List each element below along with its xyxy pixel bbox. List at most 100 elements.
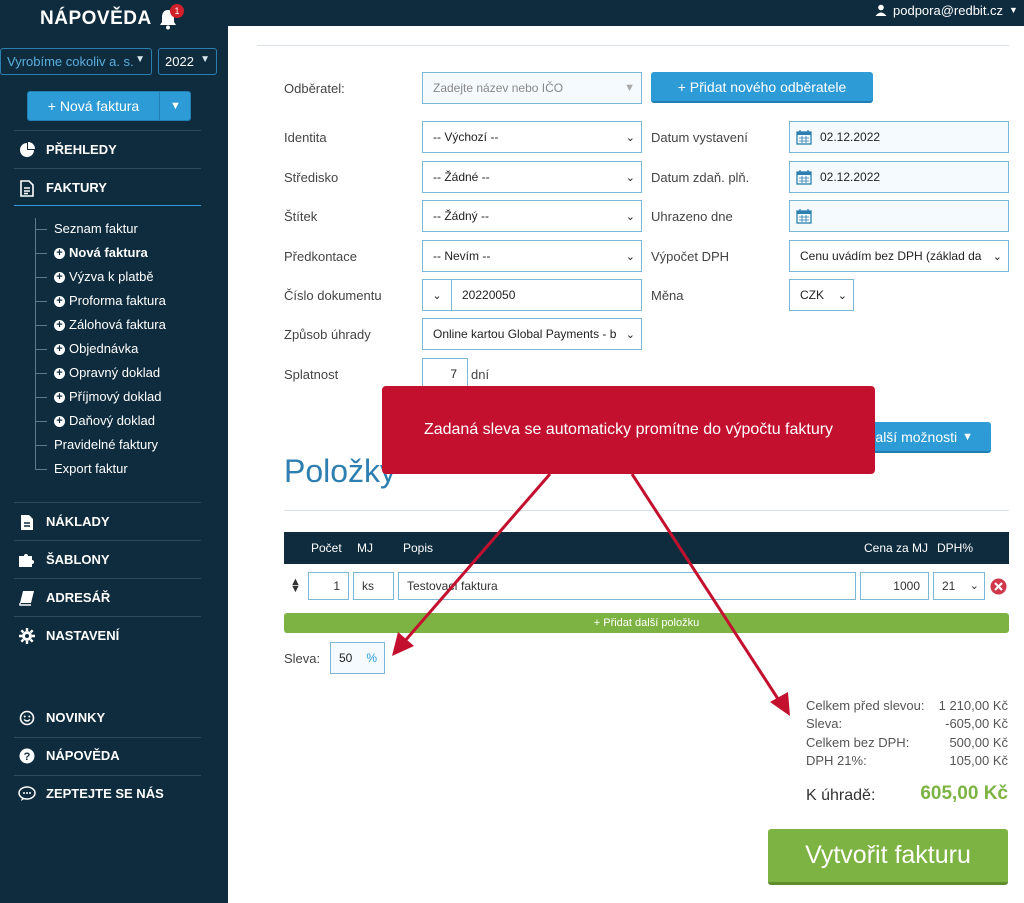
sidebar-item-overview[interactable]: PŘEHLEDY — [18, 140, 117, 160]
discount-sum-label: Sleva: — [806, 716, 843, 731]
notification-badge: 1 — [170, 4, 184, 18]
divider — [14, 616, 201, 617]
tree-tick — [35, 301, 47, 302]
submenu-item-advance[interactable]: + Zálohová faktura — [54, 314, 166, 336]
sidebar-item-invoices[interactable]: FAKTURY — [18, 178, 107, 198]
submenu-item-order[interactable]: + Objednávka — [54, 338, 138, 360]
sidebar-item-label: NÁPOVĚDA — [46, 748, 120, 763]
submenu-label: Export faktur — [54, 461, 128, 476]
tree-tick — [35, 373, 47, 374]
tag-select[interactable]: -- Žádný -- ⌄ — [422, 200, 642, 232]
submenu-item-proforma[interactable]: + Proforma faktura — [54, 290, 166, 312]
calendar-icon — [796, 209, 812, 224]
item-count-input[interactable]: 1 — [308, 572, 349, 600]
chevron-down-icon[interactable]: ▼ — [159, 92, 191, 120]
tag-value: -- Žádný -- — [433, 209, 490, 223]
submenu-item-tax[interactable]: + Daňový doklad — [54, 410, 155, 432]
company-select[interactable]: Vyrobíme cokoliv a. s. ▼ — [0, 48, 152, 75]
divider — [14, 540, 201, 541]
paid-label: Uhrazeno dne — [651, 209, 733, 224]
submenu-label: Objednávka — [69, 341, 139, 356]
sidebar-item-label: ŠABLONY — [46, 552, 110, 567]
item-vat: 21 — [942, 579, 956, 593]
customer-input[interactable]: Zadejte název nebo IČO ▼ — [422, 72, 642, 104]
sidebar-item-news[interactable]: NOVINKY — [18, 708, 105, 728]
currency-select[interactable]: CZK ⌄ — [789, 279, 854, 311]
vat-value: 105,00 Kč — [949, 753, 1008, 768]
chat-bubble-icon — [18, 785, 36, 803]
customer-placeholder: Zadejte název nebo IČO — [433, 81, 564, 95]
submenu-item-list[interactable]: Seznam faktur — [54, 218, 138, 240]
app-title: NÁPOVĚDA — [40, 8, 152, 29]
tree-tick — [35, 445, 47, 446]
tax-date-label: Datum zdaň. plň. — [651, 170, 750, 185]
tax-date-input[interactable]: 02.12.2022 — [789, 161, 1009, 193]
item-desc-input[interactable]: Testovací faktura — [398, 572, 856, 600]
docnum-input[interactable]: 20220050 — [451, 279, 642, 311]
chevron-down-icon: ⌄ — [625, 251, 635, 263]
submenu-item-recurring[interactable]: Pravidelné faktury — [54, 434, 158, 456]
precontact-select[interactable]: -- Nevím -- ⌄ — [422, 240, 642, 272]
add-customer-button[interactable]: + Přidat nového odběratele — [651, 72, 873, 103]
identity-select[interactable]: -- Výchozí -- ⌄ — [422, 121, 642, 153]
sidebar-item-label: ZEPTEJTE SE NÁS — [46, 786, 164, 801]
payment-select[interactable]: Online kartou Global Payments - b ⌄ — [422, 318, 642, 350]
item-price-input[interactable]: 1000 — [860, 572, 929, 600]
submenu-label: Seznam faktur — [54, 221, 138, 236]
tax-date-value: 02.12.2022 — [820, 170, 881, 184]
payment-label: Způsob úhrady — [284, 327, 371, 342]
sidebar-item-label: FAKTURY — [46, 180, 107, 195]
chevron-down-icon: ⌄ — [625, 329, 635, 341]
submenu-label: Výzva k platbě — [69, 269, 154, 284]
paid-date-input[interactable] — [789, 200, 1009, 232]
document-icon — [18, 179, 36, 197]
vat-calc-select[interactable]: Cenu uvádím bez DPH (základ da ⌄ — [789, 240, 1009, 272]
submenu-item-new[interactable]: + Nová faktura — [54, 242, 148, 264]
divider — [14, 578, 201, 579]
submenu-label: Daňový doklad — [69, 413, 155, 428]
submenu-label: Opravný doklad — [69, 365, 161, 380]
sidebar-item-settings[interactable]: NASTAVENÍ — [18, 626, 119, 646]
remove-row-icon[interactable] — [990, 578, 1007, 595]
submenu-label: Zálohová faktura — [69, 317, 166, 332]
item-vat-select[interactable]: 21 ⌄ — [933, 572, 985, 600]
discount-input[interactable]: 50 % — [330, 642, 385, 674]
arrowhead — [770, 692, 790, 716]
due-label: Splatnost — [284, 367, 339, 382]
issue-date-input[interactable]: 02.12.2022 — [789, 121, 1009, 153]
pie-chart-icon — [18, 141, 36, 159]
sidebar-item-help[interactable]: ? NÁPOVĚDA — [18, 746, 120, 766]
sidebar-item-templates[interactable]: ŠABLONY — [18, 550, 110, 570]
center-select[interactable]: -- Žádné -- ⌄ — [422, 161, 642, 193]
divider — [14, 130, 201, 131]
plus-circle-icon: + — [54, 343, 65, 355]
item-price: 1000 — [893, 579, 920, 593]
add-item-button[interactable]: + Přidat další položku — [284, 613, 1009, 633]
question-circle-icon: ? — [18, 747, 36, 765]
chevron-down-icon: ▼ — [1009, 5, 1018, 15]
new-invoice-button[interactable]: + Nová faktura ▼ — [27, 91, 191, 121]
sidebar-item-ask-us[interactable]: ZEPTEJTE SE NÁS — [18, 784, 164, 804]
year-select[interactable]: 2022 ▼ — [158, 48, 217, 75]
chevron-down-icon: ⌄ — [837, 290, 847, 302]
user-menu[interactable]: podpora@redbit.cz ▼ — [855, 0, 1024, 20]
sidebar-item-costs[interactable]: NÁKLADY — [18, 512, 110, 532]
issue-date-label: Datum vystavení — [651, 130, 748, 145]
document-icon — [18, 513, 36, 531]
item-unit-input[interactable]: ks — [353, 572, 394, 600]
item-count: 1 — [333, 579, 340, 593]
submenu-item-correction[interactable]: + Opravný doklad — [54, 362, 160, 384]
identity-label: Identita — [284, 130, 327, 145]
sidebar-item-address-book[interactable]: ADRESÁŘ — [18, 588, 110, 608]
docnum-series-select[interactable]: ⌄ — [422, 279, 452, 311]
tree-tick — [35, 325, 47, 326]
submenu-item-receipt[interactable]: + Příjmový doklad — [54, 386, 161, 408]
submenu-item-payment-request[interactable]: + Výzva k platbě — [54, 266, 154, 288]
chevron-down-icon: ⌄ — [625, 172, 635, 184]
drag-handle-icon[interactable]: ▲ ▼ — [290, 577, 301, 595]
company-select-value: Vyrobíme cokoliv a. s. — [7, 54, 134, 69]
submenu-label: Pravidelné faktury — [54, 437, 159, 452]
submenu-item-export[interactable]: Export faktur — [54, 458, 128, 480]
header-unit: MJ — [357, 541, 373, 555]
create-invoice-button[interactable]: Vytvořit fakturu — [768, 829, 1008, 885]
